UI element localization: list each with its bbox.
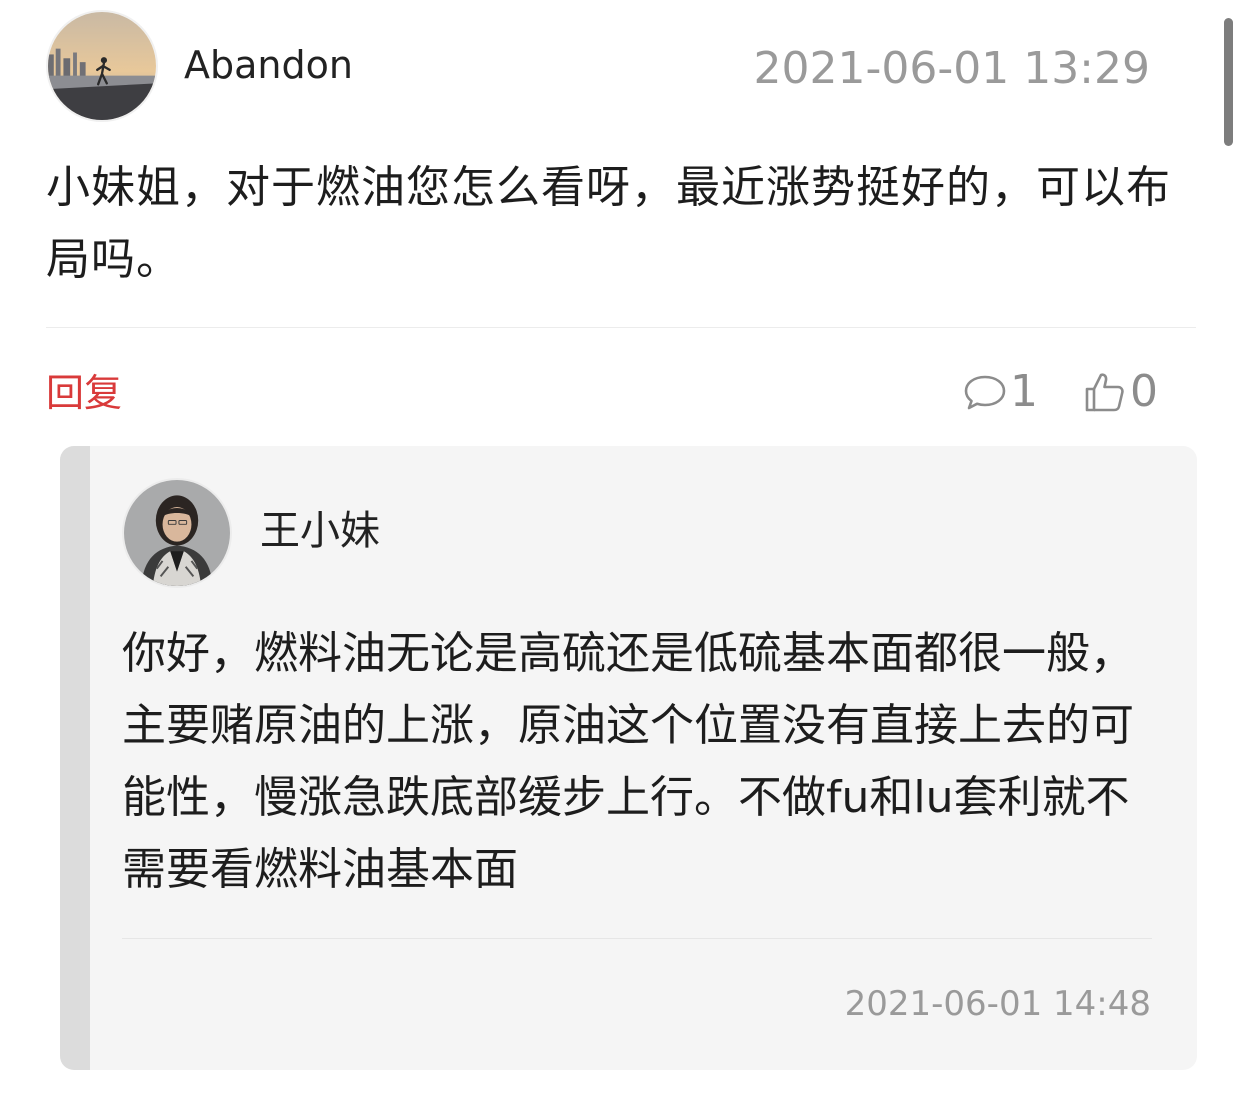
reply-username[interactable]: 王小妹 [260, 506, 380, 556]
thumbs-up-icon [1085, 373, 1124, 412]
avatar[interactable] [46, 10, 158, 122]
reply-button[interactable]: 回复 [46, 366, 122, 420]
post-header: Abandon 2021-06-01 13:29 [46, 10, 1196, 122]
reply-divider [122, 938, 1152, 939]
post-username[interactable]: Abandon [184, 40, 353, 90]
speech-bubble-icon [964, 375, 1006, 410]
reply-avatar-image [124, 480, 230, 586]
comment-button[interactable]: 1 [962, 362, 1038, 422]
reply-timestamp: 2021-06-01 14:48 [844, 984, 1151, 1024]
like-button[interactable]: 0 [1082, 362, 1158, 422]
post-timestamp: 2021-06-01 13:29 [753, 43, 1151, 94]
like-count: 0 [1130, 366, 1158, 417]
reply-indicator-bar [60, 446, 90, 1070]
avatar-image [48, 12, 156, 120]
reply-avatar[interactable] [122, 478, 232, 588]
post-content: 小妹姐，对于燃油您怎么看呀，最近涨势挺好的，可以布局吗。 [46, 162, 1171, 285]
reply-card: 王小妹 你好，燃料油无论是高硫还是低硫基本面都很一般，主要赌原油的上涨，原油这个… [60, 446, 1197, 1070]
comment-count: 1 [1010, 366, 1038, 417]
scrollbar[interactable] [1224, 18, 1233, 146]
divider [46, 327, 1196, 328]
reply-content: 你好，燃料油无论是高硫还是低硫基本面都很一般，主要赌原油的上涨，原油这个位置没有… [122, 628, 1134, 895]
